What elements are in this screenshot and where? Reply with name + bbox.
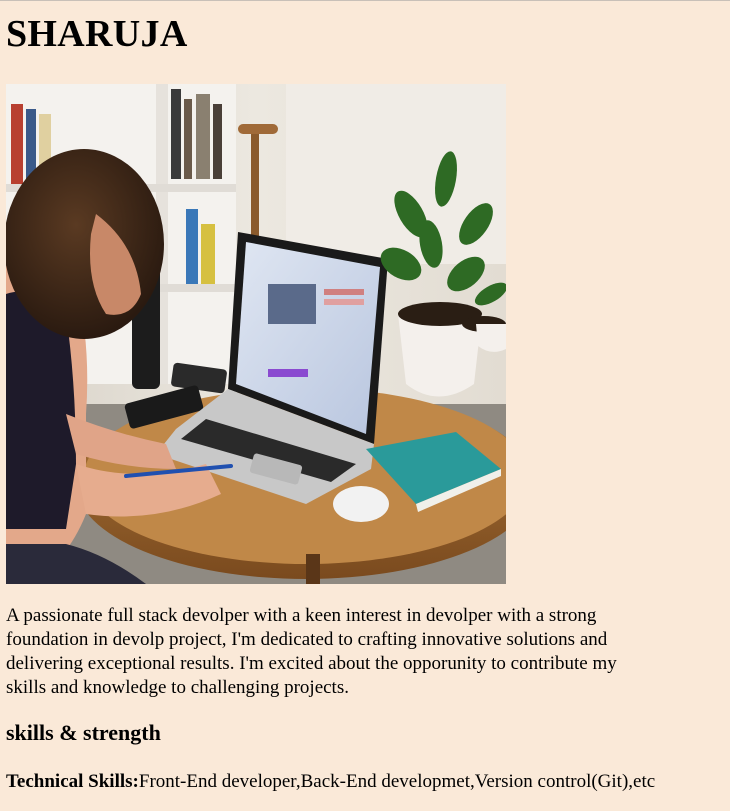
- profile-name-heading: SHARUJA: [6, 13, 188, 55]
- technical-skills-label: Technical Skills:: [6, 771, 139, 792]
- skills-heading: skills & strength: [6, 720, 161, 745]
- technical-skills-value: Front-End developer,Back-End developmet,…: [138, 771, 656, 792]
- window-top-border: [0, 0, 730, 1]
- bio-paragraph: A passionate full stack devolper with a …: [6, 605, 617, 698]
- technical-skills-line: Technical Skills:Front-End developer,Bac…: [6, 770, 655, 794]
- profile-photo: [6, 84, 506, 584]
